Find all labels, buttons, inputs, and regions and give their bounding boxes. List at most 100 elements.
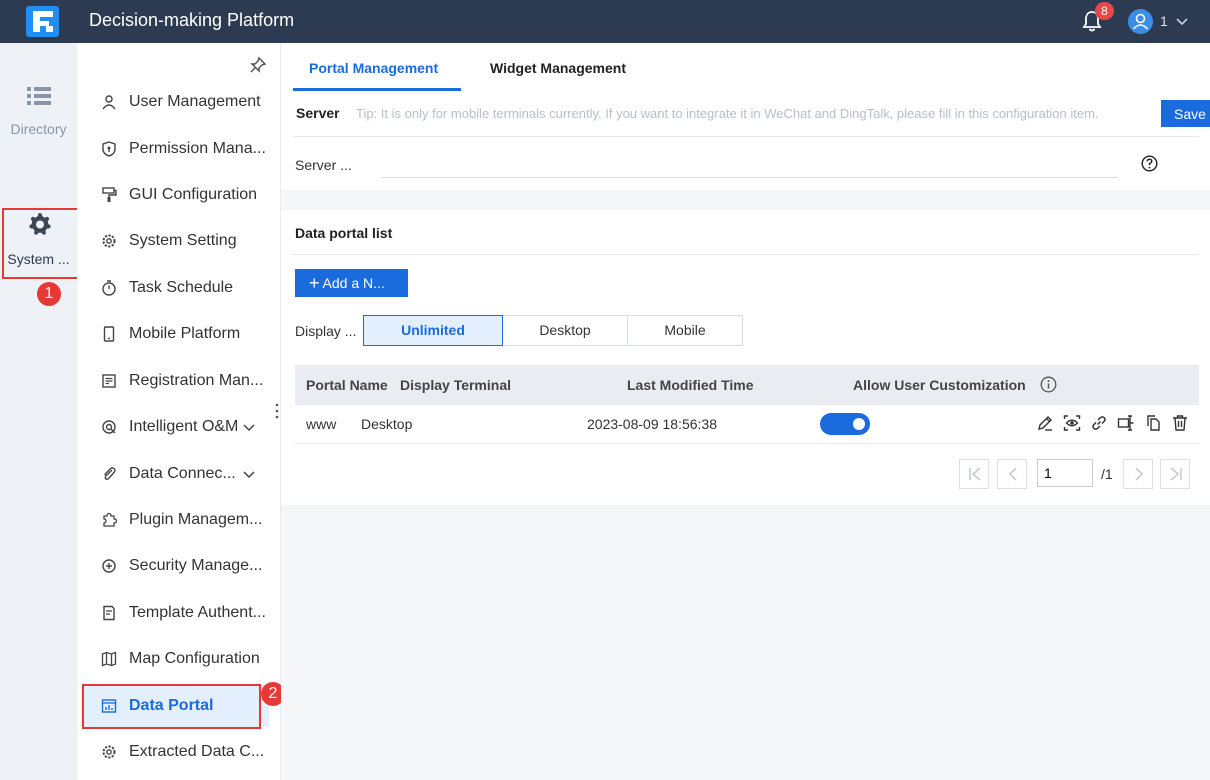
user-icon [102, 95, 116, 110]
om-icon [102, 420, 116, 434]
server-tip: Tip: It is only for mobile terminals cur… [356, 106, 1099, 121]
page-number-input[interactable] [1037, 459, 1093, 487]
sidebar-item-registration[interactable]: Registration Man... [77, 360, 281, 402]
prev-page-button[interactable] [997, 459, 1027, 489]
edit-icon[interactable] [1036, 414, 1054, 432]
module-rail: Directory System ... 1 [0, 43, 82, 780]
rail-item-label: Directory [10, 121, 67, 137]
highlight-box-step2 [82, 684, 261, 729]
server-panel: Server Tip: It is only for mobile termin… [281, 91, 1210, 190]
mobile-icon [103, 326, 115, 342]
sidebar-item-template-authentication[interactable]: Template Authent... [77, 592, 281, 634]
server-field-label: Server ... [295, 157, 352, 173]
row-actions [1036, 414, 1189, 434]
table-row[interactable]: www Desktop 2023-08-09 18:56:38 [295, 405, 1199, 444]
add-portal-button[interactable]: + Add a N... [295, 269, 408, 297]
avatar[interactable] [1128, 9, 1153, 34]
sidebar: User Management Permission Mana... GUI C… [77, 43, 285, 780]
tab-widget-management[interactable]: Widget Management [490, 60, 626, 76]
sidebar-item-label: Template Authent... [129, 604, 266, 621]
top-bar: Decision-making Platform 8 1 [0, 0, 1210, 43]
security-icon [102, 559, 116, 573]
puzzle-icon [103, 512, 117, 527]
column-header-portal-name: Portal Name [306, 377, 388, 393]
sidebar-item-label: Map Configuration [129, 650, 260, 667]
paperclip-icon [103, 467, 116, 481]
sidebar-item-intelligent-om[interactable]: Intelligent O&M [77, 406, 281, 448]
rail-item-directory[interactable]: Directory [0, 85, 77, 137]
copy-icon[interactable] [1144, 414, 1162, 432]
template-icon [103, 605, 115, 621]
main-content: Portal Management Widget Management Serv… [281, 43, 1210, 780]
filter-mobile[interactable]: Mobile [628, 315, 743, 346]
info-icon[interactable] [1040, 376, 1057, 393]
server-input[interactable] [381, 147, 1118, 178]
highlight-box-step1 [2, 208, 82, 279]
chevron-down-icon[interactable] [1175, 14, 1189, 28]
sidebar-item-security-management[interactable]: Security Manage... [77, 545, 281, 587]
chevron-down-icon [243, 471, 255, 479]
sidebar-item-mobile-platform[interactable]: Mobile Platform [77, 313, 281, 355]
sidebar-item-label: Permission Mana... [129, 140, 266, 157]
first-page-button[interactable] [959, 459, 989, 489]
display-filter-label: Display ... [295, 323, 357, 339]
filter-desktop[interactable]: Desktop [503, 315, 628, 346]
list-icon [26, 87, 51, 105]
tab-portal-management[interactable]: Portal Management [309, 60, 438, 76]
rename-icon[interactable] [1117, 414, 1135, 432]
logo-icon [26, 6, 59, 37]
sidebar-item-label: Plugin Managem... [129, 511, 263, 528]
last-page-button[interactable] [1160, 459, 1190, 489]
column-header-display-terminal: Display Terminal [400, 377, 512, 393]
sidebar-item-label: Security Manage... [129, 557, 263, 574]
table-header: Portal Name Display Terminal Last Modifi… [295, 365, 1199, 405]
divider [293, 254, 1199, 255]
server-title: Server [296, 105, 340, 121]
step-marker-1: 1 [37, 282, 61, 306]
sidebar-item-label: System Setting [129, 232, 237, 249]
portal-list-panel: Data portal list + Add a N... Display ..… [281, 210, 1210, 505]
plus-icon: + [309, 273, 320, 293]
sidebar-item-label: GUI Configuration [129, 186, 258, 203]
sidebar-item-label: Data Connec... [129, 465, 236, 482]
next-page-button[interactable] [1123, 459, 1153, 489]
last-page-icon [1170, 467, 1182, 481]
sidebar-item-extracted-data[interactable]: Extracted Data C... [77, 731, 281, 773]
first-page-icon [969, 467, 981, 481]
sidebar-item-label: Task Schedule [129, 279, 234, 296]
save-button[interactable]: Save [1161, 100, 1210, 127]
user-name[interactable]: 1 [1160, 13, 1168, 29]
registration-icon [102, 374, 116, 388]
sidebar-item-plugin-management[interactable]: Plugin Managem... [77, 499, 281, 541]
help-icon[interactable] [1141, 155, 1158, 172]
filter-unlimited[interactable]: Unlimited [363, 315, 503, 346]
pin-icon[interactable] [249, 56, 267, 74]
map-icon [101, 651, 117, 667]
shield-icon [102, 141, 116, 157]
gear-icon [102, 745, 116, 759]
cell-portal-name: www [306, 416, 337, 432]
sidebar-item-user-management[interactable]: User Management [77, 81, 281, 123]
divider [293, 136, 1199, 137]
page-total: /1 [1101, 466, 1113, 482]
column-header-last-modified: Last Modified Time [627, 377, 754, 393]
tab-bar: Portal Management Widget Management [281, 43, 1210, 91]
sidebar-item-map-configuration[interactable]: Map Configuration [77, 638, 281, 680]
preview-icon[interactable] [1063, 414, 1081, 432]
notification-badge: 8 [1095, 2, 1114, 20]
sidebar-item-system-setting[interactable]: System Setting [77, 220, 281, 262]
sidebar-item-label: Registration Man... [129, 372, 264, 389]
delete-icon[interactable] [1171, 414, 1189, 432]
sidebar-item-task-schedule[interactable]: Task Schedule [77, 267, 281, 309]
portal-list-title: Data portal list [295, 225, 393, 241]
sidebar-item-gui-configuration[interactable]: GUI Configuration [77, 174, 281, 216]
link-icon[interactable] [1090, 414, 1108, 432]
allow-customization-toggle[interactable] [820, 413, 870, 435]
sidebar-item-data-connection[interactable]: Data Connec... [77, 453, 281, 495]
cell-last-modified: 2023-08-09 18:56:38 [587, 416, 717, 432]
sidebar-item-label: User Management [129, 93, 261, 110]
sidebar-item-permission[interactable]: Permission Mana... [77, 128, 281, 170]
sidebar-item-label: Intelligent O&M [129, 418, 239, 435]
app-title: Decision-making Platform [89, 10, 295, 30]
column-header-allow-customization: Allow User Customization [853, 377, 1026, 393]
